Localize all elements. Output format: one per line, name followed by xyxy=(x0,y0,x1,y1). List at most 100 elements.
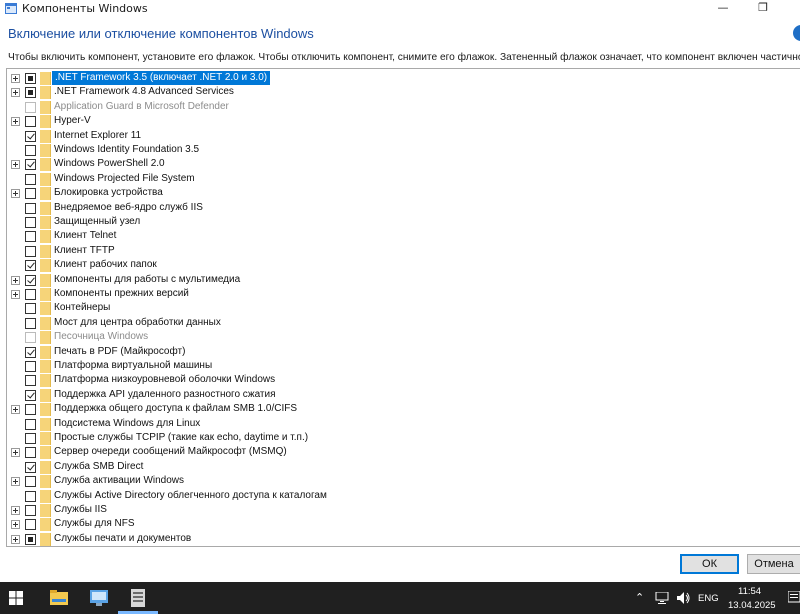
feature-row[interactable]: Служба SMB Direct xyxy=(7,460,800,474)
feature-checkbox[interactable] xyxy=(25,260,36,272)
feature-checkbox[interactable] xyxy=(25,116,36,128)
feature-row[interactable]: Блокировка устройства xyxy=(7,186,800,201)
feature-checkbox[interactable] xyxy=(25,361,36,372)
feature-label[interactable]: Блокировка устройства xyxy=(54,186,163,200)
expand-plus-icon[interactable] xyxy=(11,506,20,515)
feature-row[interactable]: Клиент Telnet xyxy=(7,229,800,244)
feature-row[interactable]: Поддержка общего доступа к файлам SMB 1.… xyxy=(7,402,800,417)
feature-checkbox[interactable] xyxy=(25,447,36,459)
feature-checkbox[interactable] xyxy=(25,188,36,200)
feature-label[interactable]: Поддержка общего доступа к файлам SMB 1.… xyxy=(54,402,297,416)
feature-row[interactable]: Поддержка API удаленного разностного сжа… xyxy=(7,388,800,402)
feature-label[interactable]: Контейнеры xyxy=(54,301,110,315)
feature-row[interactable]: Application Guard в Microsoft Defender xyxy=(7,100,800,114)
feature-label[interactable]: Простые службы TCPIP (такие как echo, da… xyxy=(54,431,308,445)
feature-checkbox[interactable] xyxy=(25,173,36,185)
feature-row[interactable]: Подсистема Windows для Linux xyxy=(7,417,800,431)
feature-checkbox[interactable] xyxy=(25,202,36,214)
feature-checkbox[interactable] xyxy=(25,159,36,171)
network-icon[interactable] xyxy=(655,592,669,604)
feature-row[interactable]: Службы IIS xyxy=(7,503,800,517)
feature-label[interactable]: Платформа виртуальной машины xyxy=(54,359,212,373)
feature-row[interactable]: Службы Active Directory облегченного дос… xyxy=(7,489,800,503)
feature-row[interactable]: Мост для центра обработки данных xyxy=(7,316,800,330)
feature-row[interactable]: Контейнеры xyxy=(7,301,800,316)
expand-plus-icon[interactable] xyxy=(11,520,20,530)
feature-row[interactable]: Windows PowerShell 2.0 xyxy=(7,157,800,172)
feature-label[interactable]: Hyper-V xyxy=(54,114,91,128)
feature-checkbox[interactable] xyxy=(25,317,36,329)
feature-label[interactable]: Компоненты прежних версий xyxy=(54,287,189,301)
feature-checkbox[interactable] xyxy=(25,375,36,387)
feature-label[interactable]: Служба SMB Direct xyxy=(54,460,143,474)
feature-checkbox[interactable] xyxy=(25,130,36,142)
feature-checkbox[interactable] xyxy=(25,476,36,488)
expand-plus-icon[interactable] xyxy=(11,290,20,299)
feature-checkbox[interactable] xyxy=(25,87,36,99)
feature-checkbox[interactable] xyxy=(25,404,36,416)
feature-checkbox[interactable] xyxy=(25,490,36,502)
cancel-button[interactable]: Отмена xyxy=(747,554,800,574)
feature-checkbox[interactable] xyxy=(25,217,36,228)
file-explorer-icon[interactable] xyxy=(50,590,68,606)
feature-checkbox[interactable] xyxy=(25,303,36,315)
feature-row[interactable]: Службы печати и документов xyxy=(7,532,800,546)
feature-label[interactable]: Защищенный узел xyxy=(54,215,140,229)
feature-label[interactable]: Внедряемое веб-ядро служб IIS xyxy=(54,201,203,215)
feature-label[interactable]: Windows PowerShell 2.0 xyxy=(54,157,165,171)
expand-plus-icon[interactable] xyxy=(11,74,20,83)
feature-row[interactable]: .NET Framework 3.5 (включает .NET 2.0 и … xyxy=(7,71,800,85)
feature-label[interactable]: Application Guard в Microsoft Defender xyxy=(54,100,229,114)
feature-row[interactable]: Internet Explorer 11 xyxy=(7,129,800,143)
feature-checkbox[interactable] xyxy=(25,346,36,358)
feature-label[interactable]: Компоненты для работы с мультимедиа xyxy=(54,273,240,287)
feature-row[interactable]: Сервер очереди сообщений Майкрософт (MSM… xyxy=(7,445,800,460)
feature-row[interactable]: Защищенный узел xyxy=(7,215,800,229)
expand-plus-icon[interactable] xyxy=(11,117,20,127)
feature-row[interactable]: Песочница Windows xyxy=(7,330,800,345)
feature-row[interactable]: Внедряемое веб-ядро служб IIS xyxy=(7,201,800,215)
title-bar[interactable]: Компоненты Windows — ❐ xyxy=(0,0,800,18)
feature-label[interactable]: Служба активации Windows xyxy=(54,474,184,488)
expand-plus-icon[interactable] xyxy=(11,88,20,98)
feature-label[interactable]: Поддержка API удаленного разностного сжа… xyxy=(54,388,276,402)
feature-checkbox[interactable] xyxy=(25,433,36,444)
feature-checkbox[interactable] xyxy=(25,231,36,243)
feature-label[interactable]: .NET Framework 3.5 (включает .NET 2.0 и … xyxy=(52,71,271,85)
help-icon[interactable] xyxy=(793,25,800,41)
expand-plus-icon[interactable] xyxy=(11,448,20,458)
feature-label[interactable]: Службы Active Directory облегченного дос… xyxy=(54,489,327,503)
feature-label[interactable]: Клиент рабочих папок xyxy=(54,258,157,272)
feature-label[interactable]: Клиент TFTP xyxy=(54,244,115,258)
clock-date[interactable]: 13.04.2025 xyxy=(728,600,776,611)
feature-row[interactable]: Платформа низкоуровневой оболочки Window… xyxy=(7,373,800,388)
start-windows-icon[interactable] xyxy=(9,591,23,605)
expand-plus-icon[interactable] xyxy=(11,189,20,199)
chevron-up-icon[interactable]: ⌃ xyxy=(635,591,644,604)
feature-label[interactable]: Песочница Windows xyxy=(54,330,148,344)
feature-row[interactable]: Hyper-V xyxy=(7,114,800,129)
feature-label[interactable]: Клиент Telnet xyxy=(54,229,116,243)
feature-row[interactable]: .NET Framework 4.8 Advanced Services xyxy=(7,85,800,100)
control-panel-icon[interactable] xyxy=(90,590,108,606)
windows-features-taskbar-icon[interactable] xyxy=(130,589,146,607)
expand-plus-icon[interactable] xyxy=(11,477,20,487)
feature-row[interactable]: Клиент TFTP xyxy=(7,244,800,258)
feature-checkbox[interactable] xyxy=(25,461,36,473)
feature-row[interactable]: Компоненты прежних версий xyxy=(7,287,800,301)
feature-label[interactable]: .NET Framework 4.8 Advanced Services xyxy=(54,85,234,99)
feature-label[interactable]: Печать в PDF (Майкрософт) xyxy=(54,345,185,359)
feature-label[interactable]: Службы IIS xyxy=(54,503,107,517)
feature-label[interactable]: Службы для NFS xyxy=(54,517,135,531)
feature-label[interactable]: Windows Projected File System xyxy=(54,172,195,186)
maximize-button[interactable]: ❐ xyxy=(740,0,786,18)
feature-checkbox[interactable] xyxy=(25,145,36,156)
feature-label[interactable]: Платформа низкоуровневой оболочки Window… xyxy=(54,373,275,387)
feature-checkbox[interactable] xyxy=(25,289,36,300)
volume-icon[interactable] xyxy=(677,592,691,604)
feature-row[interactable]: Печать в PDF (Майкрософт) xyxy=(7,345,800,359)
feature-checkbox[interactable] xyxy=(25,389,36,401)
feature-checkbox[interactable] xyxy=(25,505,36,516)
ok-button[interactable]: ОК xyxy=(680,554,739,574)
feature-row[interactable]: Службы для NFS xyxy=(7,517,800,532)
